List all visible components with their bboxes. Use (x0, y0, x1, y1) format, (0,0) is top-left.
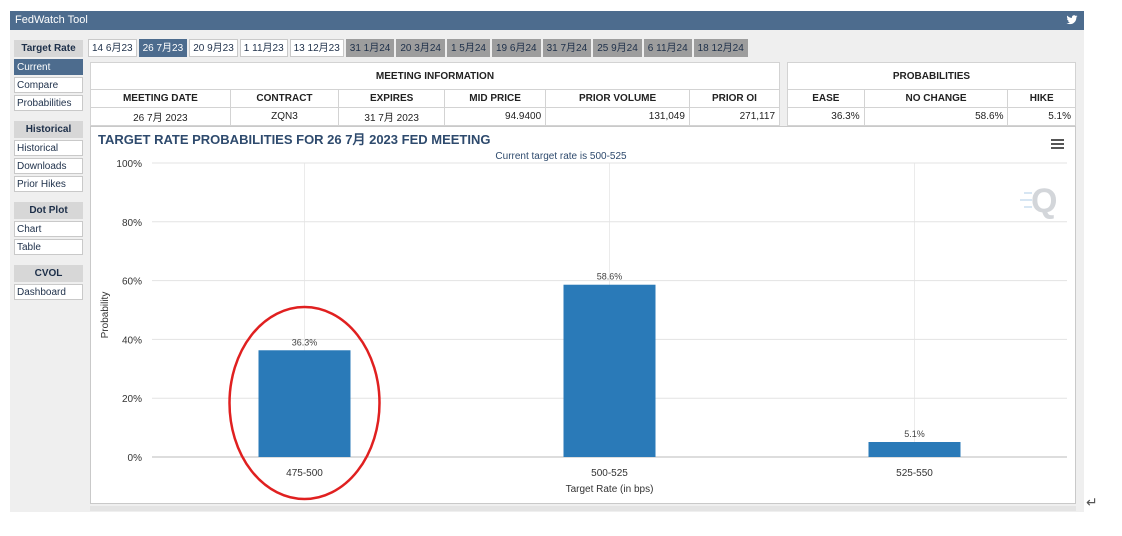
y-axis-title: Probability (100, 292, 111, 339)
bar-500-525 (563, 284, 656, 457)
x-tick-label: 525-550 (896, 468, 933, 479)
bar-475-500 (258, 350, 351, 457)
bottom-scroll-strip (90, 506, 1076, 511)
x-tick-label: 500-525 (591, 468, 628, 479)
svg-text:Q: Q (1031, 182, 1057, 220)
bar-525-550 (868, 442, 961, 457)
x-axis-title: Target Rate (in bps) (566, 484, 654, 495)
y-tick-label: 80% (122, 218, 142, 229)
bar-data-label: 36.3% (292, 337, 318, 347)
y-tick-label: 0% (128, 453, 143, 464)
y-tick-label: 100% (116, 159, 142, 170)
quikstrike-q-logo-icon: Q (1020, 182, 1057, 220)
y-tick-label: 20% (122, 394, 142, 405)
return-arrow-icon: ↵ (1086, 494, 1098, 510)
probability-bar-chart: Q 0% 20% 40% 60% 80% 100% Probability Target Ra… (100, 159, 1067, 501)
x-tick-label: 475-500 (286, 468, 323, 479)
bar-data-label: 58.6% (597, 272, 623, 282)
y-tick-label: 40% (122, 335, 142, 346)
bar-data-label: 5.1% (904, 429, 925, 439)
y-tick-label: 60% (122, 277, 142, 288)
